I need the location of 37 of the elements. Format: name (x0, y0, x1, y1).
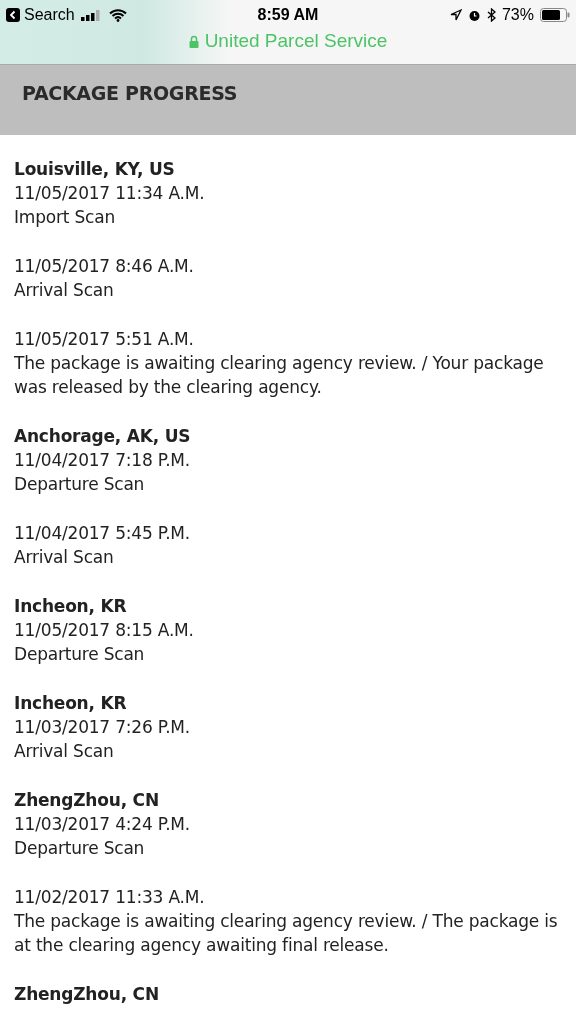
event-activity: Import Scan (14, 206, 116, 229)
clock-time: 8:59 AM (257, 6, 319, 24)
event-datetime: 11/02/2017 11:33 A.M. (14, 886, 206, 909)
alarm-clock-icon (467, 8, 481, 22)
event-datetime: 11/05/2017 8:46 A.M. (14, 255, 195, 278)
event-activity: Departure Scan (14, 643, 146, 666)
wifi-icon (108, 8, 127, 22)
event-activity: Arrival Scan (14, 546, 115, 569)
event-location: Incheon, KR (14, 692, 128, 715)
site-title: United Parcel Service (204, 30, 388, 52)
event-activity: Arrival Scan (14, 279, 115, 302)
event-location: ZhengZhou, CN (14, 789, 160, 812)
event-activity: The package is awaiting clearing agency review. / Your package was released by the clearing agency. (14, 352, 545, 399)
event-location: ZhengZhou, CN (14, 983, 160, 1006)
event-datetime: 11/05/2017 11:34 A.M. (14, 182, 206, 205)
battery-percent: 73% (501, 6, 534, 24)
event-datetime: 11/03/2017 4:24 P.M. (14, 813, 192, 836)
event-datetime: 11/04/2017 5:45 P.M. (14, 522, 192, 545)
battery-icon (540, 8, 570, 22)
signal-icon (80, 9, 103, 21)
event-activity: The package is awaiting clearing agency review. / The package is at the clearing agency awaiting final release. (14, 910, 559, 957)
event-datetime: 11/04/2017 7:18 P.M. (14, 449, 192, 472)
bluetooth-icon (486, 8, 496, 22)
event-datetime: 11/05/2017 8:15 A.M. (14, 619, 195, 642)
event-activity: Departure Scan (14, 837, 146, 860)
event-location: Anchorage, AK, US (14, 425, 192, 448)
lock-icon (188, 34, 199, 48)
event-location: Louisville, KY, US (14, 158, 176, 181)
back-button[interactable]: Search (6, 6, 75, 24)
event-datetime: 11/05/2017 5:51 A.M. (14, 328, 195, 351)
location-arrow-icon (449, 9, 462, 21)
event-activity: Departure Scan (14, 473, 146, 496)
section-title: PACKAGE PROGRESS (22, 82, 238, 104)
event-location: Incheon, KR (14, 595, 128, 618)
event-activity: Arrival Scan (14, 740, 115, 763)
event-datetime: 11/03/2017 7:26 P.M. (14, 716, 192, 739)
back-icon (6, 8, 20, 22)
